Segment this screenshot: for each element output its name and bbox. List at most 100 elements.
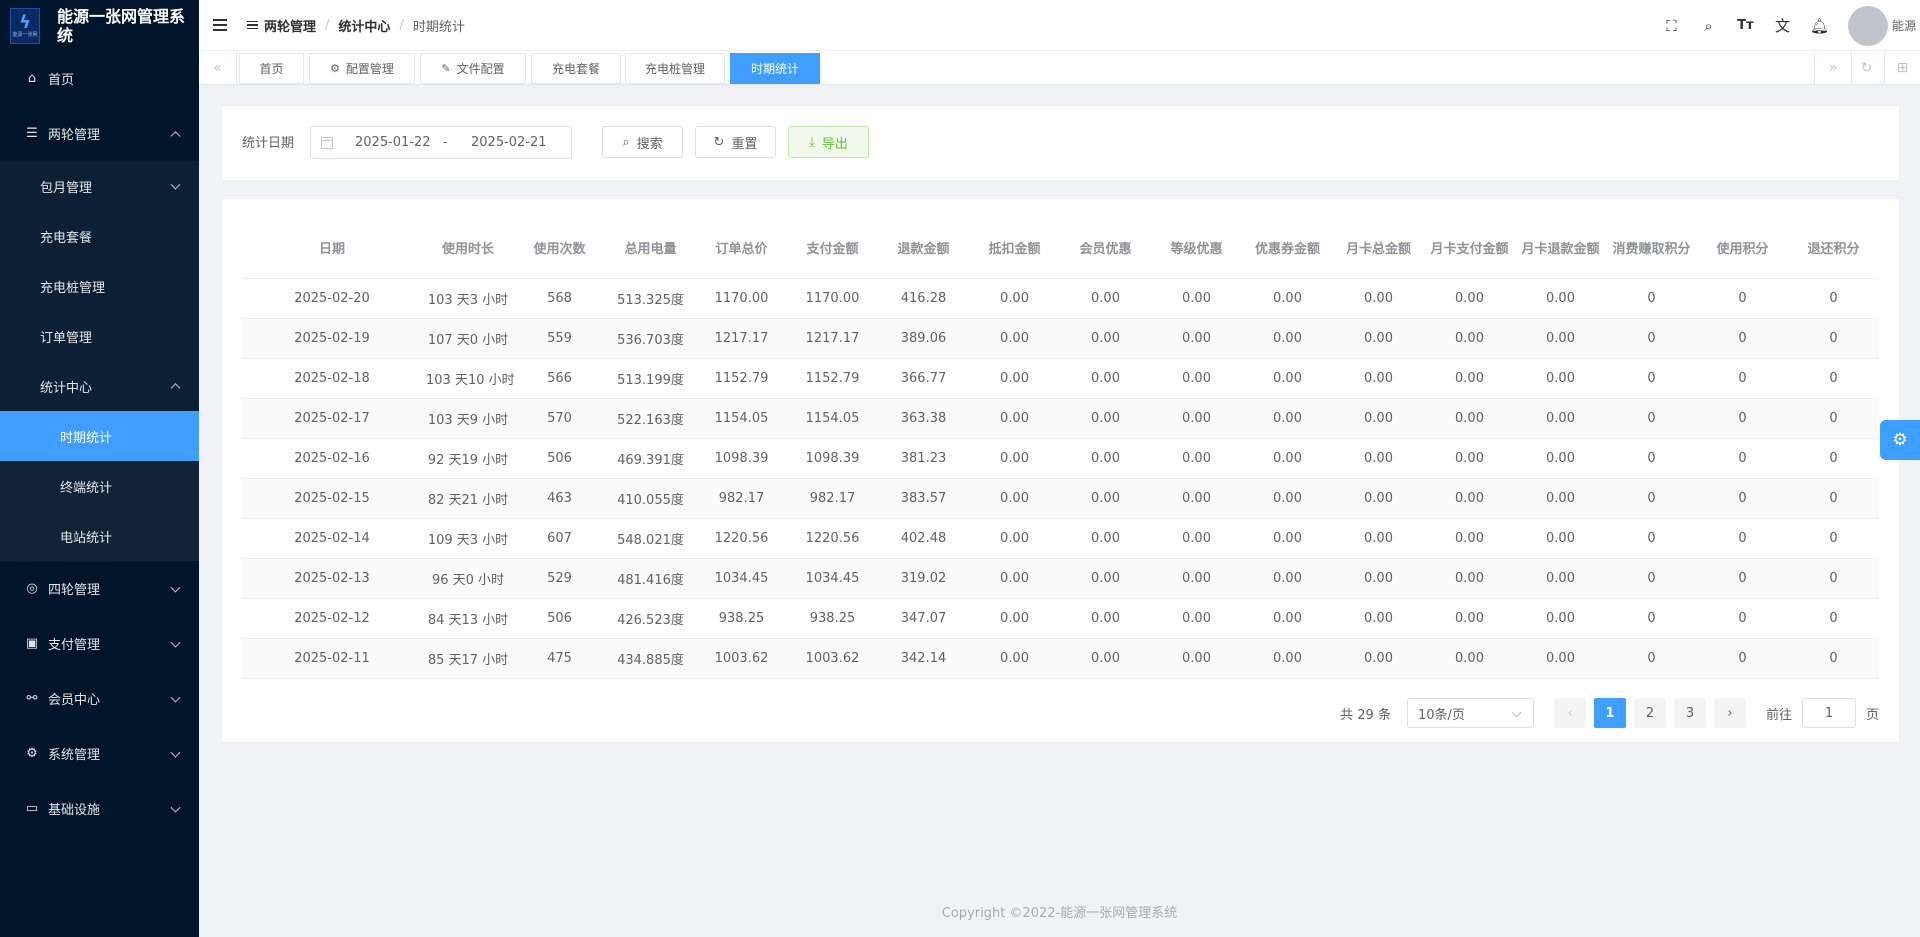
tag-package[interactable]: 充电套餐: [531, 53, 621, 84]
table-row: 2025-02-19 107 天0 小时 559 536.703度 1217.17 121…: [242, 318, 1879, 359]
table-cell: 383.57: [878, 478, 969, 519]
next-page-button[interactable]: ›: [1713, 698, 1746, 728]
translate-icon[interactable]: 文: [1764, 15, 1801, 36]
table-cell: 389.06: [878, 318, 969, 359]
menu-station-stats[interactable]: 电站统计: [0, 511, 199, 561]
breadcrumb-item[interactable]: 两轮管理: [264, 16, 316, 35]
total-count: 共 29 条: [1340, 707, 1391, 723]
tag-label: 首页: [259, 62, 284, 76]
table-cell: 434.885度: [605, 638, 696, 679]
table-cell: 0: [1697, 478, 1788, 519]
tags-view: « 首页 ⚙ 配置管理 ✎ 文件配置 充电套餐 充电桩管理 时期统计 » ↻ ⊞: [199, 51, 1920, 85]
monitor-icon: ▭: [25, 801, 39, 816]
page-button[interactable]: 2: [1633, 698, 1666, 728]
tags-scroll-left-icon[interactable]: «: [199, 51, 237, 85]
menu-order[interactable]: 订单管理: [0, 311, 199, 361]
header-actions: ⛶ ⌕ Tт 文 🔔︎ 能源: [1653, 0, 1920, 51]
reset-button[interactable]: ↻ 重置: [695, 126, 776, 158]
table-cell: 0.00: [1424, 438, 1515, 479]
menu-home[interactable]: ⌂ 首页: [0, 51, 199, 106]
menu-four-wheel[interactable]: ◎ 四轮管理: [0, 561, 199, 616]
table-cell: 0: [1606, 398, 1697, 439]
breadcrumb-item[interactable]: 统计中心: [338, 16, 390, 35]
menu-member[interactable]: ⚯ 会员中心: [0, 671, 199, 726]
refresh-icon: ↻: [713, 134, 725, 150]
end-date[interactable]: 2025-02-21: [471, 135, 551, 150]
table-cell: 0.00: [1242, 598, 1333, 639]
table-cell: 0.00: [1151, 638, 1242, 679]
footer-copyright: Copyright ©2022-能源一张网管理系统: [941, 906, 1178, 921]
table-cell: 0.00: [1242, 638, 1333, 679]
goto-page-input[interactable]: [1801, 698, 1856, 728]
table-cell: 1003.62: [787, 638, 878, 679]
menu-payment[interactable]: ▣ 支付管理: [0, 616, 199, 671]
logo-area: ϟ 能源一张网 能源一张网管理系统: [0, 0, 199, 51]
username[interactable]: 能源: [1892, 17, 1916, 34]
page-button[interactable]: 1: [1593, 698, 1626, 728]
table-cell: 0: [1606, 318, 1697, 359]
column-header: 退还积分: [1788, 222, 1879, 279]
export-button[interactable]: ⤓ 导出: [788, 126, 869, 158]
table-card: 日期 使用时长 使用次数 总用电量 订单总价 支付金额 退款金额 抵扣金额 会员优惠 等级优惠 优惠…: [221, 198, 1900, 743]
gear-icon: ⚙: [26, 746, 38, 761]
table-cell: 109 天3 小时: [422, 518, 514, 559]
fullscreen-icon[interactable]: ⛶: [1653, 17, 1690, 35]
tags-scroll-right-icon[interactable]: »: [1814, 51, 1852, 85]
settings-float-button[interactable]: ⚙: [1880, 420, 1920, 460]
table-cell: 0.00: [1515, 438, 1606, 479]
search-button[interactable]: ⌕ 搜索: [602, 126, 683, 158]
start-date[interactable]: 2025-01-22: [355, 135, 435, 150]
tag-home[interactable]: 首页: [239, 53, 304, 84]
font-size-icon[interactable]: Tт: [1727, 18, 1764, 33]
bell-icon[interactable]: 🔔︎: [1801, 17, 1838, 35]
refresh-icon[interactable]: ↻: [1849, 51, 1885, 85]
menu-terminal-stats[interactable]: 终端统计: [0, 461, 199, 511]
search-icon[interactable]: ⌕: [1690, 17, 1727, 35]
tag-period-stats[interactable]: 时期统计: [730, 53, 820, 84]
table-cell: 2025-02-14: [242, 518, 422, 559]
menu-infra[interactable]: ▭ 基础设施: [0, 781, 199, 836]
table-cell: 0.00: [1515, 358, 1606, 399]
breadcrumb-separator: /: [399, 17, 404, 33]
tag-file-config[interactable]: ✎ 文件配置: [420, 53, 526, 84]
table-cell: 570: [514, 398, 605, 439]
grid-icon[interactable]: ⊞: [1885, 51, 1920, 85]
table-cell: 0: [1697, 398, 1788, 439]
table-cell: 536.703度: [605, 318, 696, 359]
avatar[interactable]: [1847, 5, 1888, 46]
menu-pile[interactable]: 充电桩管理: [0, 261, 199, 311]
edit-icon: ✎: [441, 62, 451, 75]
menu-period-stats[interactable]: 时期统计: [0, 411, 199, 461]
table-cell: 0.00: [969, 438, 1060, 479]
table-cell: 1003.62: [696, 638, 787, 679]
menu-package[interactable]: 充电套餐: [0, 211, 199, 261]
menu-two-wheel-label: 两轮管理: [48, 128, 101, 143]
menu-system[interactable]: ⚙ 系统管理: [0, 726, 199, 781]
table-cell: 2025-02-15: [242, 478, 422, 519]
page-size-select[interactable]: 10条/页: [1406, 698, 1534, 728]
page-button[interactable]: 3: [1673, 698, 1706, 728]
table-cell: 0: [1697, 518, 1788, 559]
table-cell: 0.00: [1515, 558, 1606, 599]
menu-two-wheel[interactable]: ☰ 两轮管理: [0, 106, 199, 161]
table-cell: 1220.56: [787, 518, 878, 559]
table-cell: 0.00: [1424, 478, 1515, 519]
table-cell: 2025-02-18: [242, 358, 422, 399]
table-cell: 0.00: [1242, 518, 1333, 559]
logo-icon: ϟ 能源一张网: [10, 7, 40, 44]
table-cell: 0.00: [1242, 478, 1333, 519]
date-range-picker[interactable]: 2025-01-22 - 2025-02-21: [310, 126, 572, 159]
menu-stats[interactable]: 统计中心: [0, 361, 199, 411]
prev-page-button[interactable]: ‹: [1553, 698, 1586, 728]
table-cell: 0: [1606, 558, 1697, 599]
table-cell: 2025-02-16: [242, 438, 422, 479]
menu-monthly[interactable]: 包月管理: [0, 161, 199, 211]
tag-pile[interactable]: 充电桩管理: [625, 53, 725, 84]
table-cell: 0.00: [1060, 518, 1151, 559]
table-cell: 426.523度: [605, 598, 696, 639]
table-cell: 0: [1606, 358, 1697, 399]
collapse-menu-icon[interactable]: [213, 19, 227, 31]
column-header: 退款金额: [878, 222, 969, 279]
table-cell: 0: [1788, 558, 1879, 599]
tag-config[interactable]: ⚙ 配置管理: [309, 53, 415, 84]
